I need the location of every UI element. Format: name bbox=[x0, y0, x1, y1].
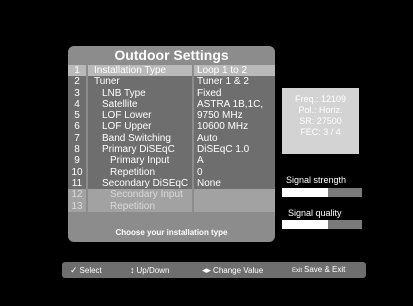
setting-value[interactable]: Loop 1 to 2 bbox=[194, 65, 275, 77]
setting-row[interactable]: 11 Secondary DiSEqC None bbox=[68, 177, 275, 190]
setting-row[interactable]: 5 LOF Lower 9750 MHz bbox=[68, 110, 275, 122]
signal-quality-meter bbox=[282, 220, 362, 229]
setting-row[interactable]: 2 Tuner Tuner 1 & 2 bbox=[68, 76, 275, 88]
check-icon: ✓ bbox=[70, 265, 78, 275]
setting-value[interactable] bbox=[194, 189, 275, 201]
setting-number: 2 bbox=[68, 76, 86, 88]
setting-label: LOF Lower bbox=[88, 110, 192, 122]
setting-row[interactable]: 9 Primary Input A bbox=[68, 155, 275, 167]
setting-row[interactable]: 1 Installation Type Loop 1 to 2 bbox=[68, 65, 275, 77]
setting-value[interactable]: DiSEqC 1.0 bbox=[194, 144, 275, 156]
setting-label: LNB Type bbox=[88, 87, 192, 99]
signal-strength-meter bbox=[282, 188, 362, 197]
tv-screen: Outdoor Settings 1 Installation Type Loop … bbox=[0, 0, 413, 306]
signal-strength-fill bbox=[282, 188, 329, 197]
setting-label: Installation Type bbox=[88, 65, 192, 77]
setting-row[interactable]: 7 Band Switching Auto bbox=[68, 132, 275, 145]
setting-row[interactable]: 6 LOF Upper 10600 MHz bbox=[68, 121, 275, 133]
symbol-rate-readout: SR: 27500 bbox=[299, 116, 342, 126]
setting-value[interactable]: Auto bbox=[194, 132, 275, 145]
setting-row[interactable]: 10 Repetition 0 bbox=[68, 166, 275, 178]
setting-label: LOF Upper bbox=[88, 121, 192, 133]
setting-label: Repetition bbox=[88, 200, 192, 212]
setting-row[interactable]: 13 Repetition bbox=[68, 200, 275, 212]
setting-value[interactable]: None bbox=[194, 177, 275, 190]
setting-number: 3 bbox=[68, 87, 86, 99]
setting-row[interactable]: 8 Primary DiSEqC DiSEqC 1.0 bbox=[68, 144, 275, 156]
help-hint: Choose your installation type bbox=[115, 228, 228, 237]
setting-label: Satellite bbox=[88, 98, 192, 111]
setting-value[interactable]: Tuner 1 & 2 bbox=[194, 76, 275, 88]
change-value-hint: ◂▸ Change Value bbox=[202, 265, 264, 275]
setting-label: Tuner bbox=[88, 76, 192, 88]
setting-value[interactable]: 10600 MHz bbox=[194, 121, 275, 133]
select-hint: ✓ Select bbox=[70, 265, 102, 275]
setting-label: Band Switching bbox=[88, 132, 192, 145]
setting-value[interactable]: A bbox=[194, 155, 275, 167]
signal-strength-label: Signal strength bbox=[286, 175, 347, 185]
transponder-info-box: Freq.: 12109 Pol.: Horiz. SR: 27500 FEC:… bbox=[282, 88, 359, 154]
setting-row[interactable]: 12 Secondary Input bbox=[68, 189, 275, 201]
setting-label: Primary Input bbox=[88, 155, 192, 167]
setting-value[interactable]: 9750 MHz bbox=[194, 110, 275, 122]
fec-readout: FEC: 3 / 4 bbox=[300, 127, 341, 137]
signal-quality-fill bbox=[282, 220, 329, 229]
setting-label: Secondary DiSEqC bbox=[88, 177, 192, 190]
setting-value[interactable]: Fixed bbox=[194, 87, 275, 99]
settings-list: 1 Installation Type Loop 1 to 2 2 Tuner Tuner… bbox=[68, 65, 275, 212]
updown-hint: ↕ Up/Down bbox=[130, 265, 170, 275]
panel-title: Outdoor Settings bbox=[114, 47, 229, 63]
setting-label: Primary DiSEqC bbox=[88, 144, 192, 156]
setting-value[interactable] bbox=[194, 200, 275, 212]
setting-row[interactable]: 4 Satellite ASTRA 1B,1C, bbox=[68, 98, 275, 111]
setting-value[interactable]: ASTRA 1B,1C, bbox=[194, 98, 275, 111]
key-help-bar: ✓ Select ↕ Up/Down ◂▸ Change Value Exit Save… bbox=[62, 262, 366, 278]
setting-number: 6 bbox=[68, 121, 86, 133]
setting-label: Secondary Input bbox=[88, 189, 192, 201]
signal-quality-label: Signal quality bbox=[288, 208, 342, 218]
setting-number: 7 bbox=[68, 132, 86, 145]
setting-number: 8 bbox=[68, 144, 86, 156]
frequency-readout: Freq.: 12109 bbox=[294, 94, 347, 104]
exit-key-icon: Exit bbox=[292, 268, 303, 274]
setting-label: Repetition bbox=[88, 166, 192, 178]
updown-arrow-icon: ↕ bbox=[130, 265, 135, 275]
setting-number: 9 bbox=[68, 155, 86, 167]
setting-number: 1 bbox=[68, 65, 86, 77]
save-exit-hint: Exit Save & Exit bbox=[292, 265, 346, 274]
setting-number: 10 bbox=[68, 166, 86, 178]
polarization-readout: Pol.: Horiz. bbox=[298, 105, 343, 115]
setting-number: 4 bbox=[68, 98, 86, 111]
setting-number: 5 bbox=[68, 110, 86, 122]
setting-number: 11 bbox=[68, 177, 86, 190]
setting-number: 13 bbox=[68, 200, 86, 212]
setting-number: 12 bbox=[68, 189, 86, 201]
setting-value[interactable]: 0 bbox=[194, 166, 275, 178]
setting-row[interactable]: 3 LNB Type Fixed bbox=[68, 87, 275, 99]
leftright-arrow-icon: ◂▸ bbox=[202, 265, 212, 275]
outdoor-settings-panel: Outdoor Settings 1 Installation Type Loop … bbox=[68, 46, 275, 242]
